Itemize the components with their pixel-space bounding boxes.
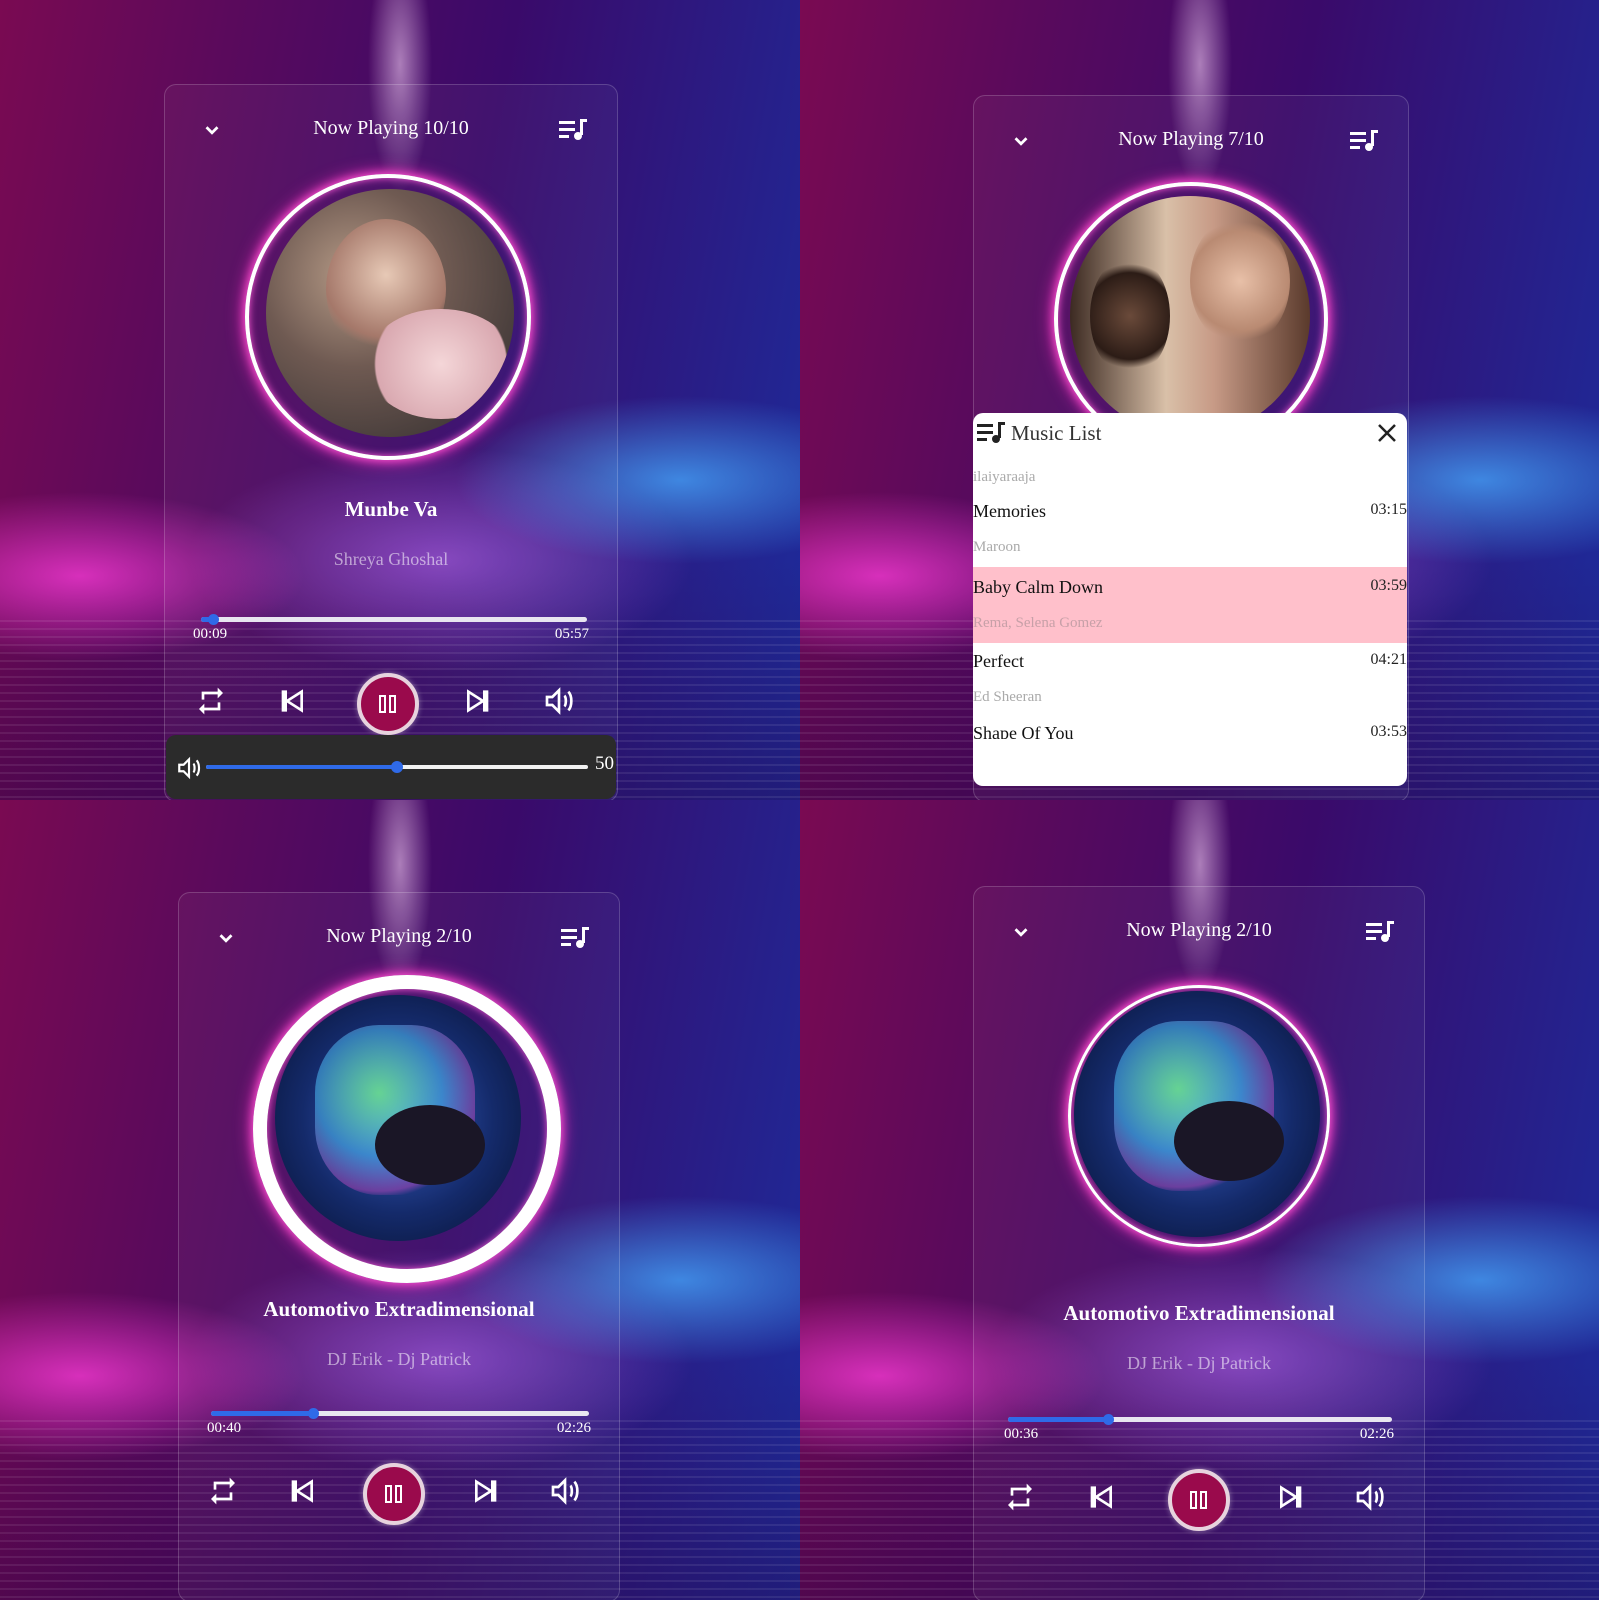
list-item-artist: Rema, Selena Gomez: [973, 615, 1103, 631]
queue-music-icon[interactable]: [1350, 130, 1378, 152]
list-item-partial[interactable]: Shape Of You 03:53: [973, 725, 1407, 739]
list-item-duration: 03:53: [1370, 725, 1407, 739]
player-card: Now Playing 10/10 Munbe Va Shreya Ghosha…: [164, 84, 618, 800]
player-header: Now Playing 7/10: [974, 124, 1408, 154]
list-item-artist: ilaiyaraaja: [973, 469, 1036, 485]
album-art: [1070, 196, 1310, 436]
playback-controls: [974, 1469, 1424, 1531]
skip-previous-icon[interactable]: [275, 685, 307, 717]
player-header: Now Playing 2/10: [974, 915, 1424, 945]
panel-4: Now Playing 2/10 Automotivo Extradimensi…: [800, 800, 1599, 1600]
song-title: Automotivo Extradimensional: [1063, 1301, 1335, 1325]
app-grid: Now Playing 10/10 Munbe Va Shreya Ghosha…: [0, 0, 1599, 1600]
repeat-icon[interactable]: [195, 685, 227, 717]
music-list-panel: Music List ilaiyaraaja Memories Maroon 0…: [973, 413, 1407, 786]
volume-icon[interactable]: [176, 755, 202, 781]
album-art: [275, 995, 521, 1241]
skip-next-icon[interactable]: [463, 685, 495, 717]
music-list-title: Music List: [1011, 421, 1102, 445]
list-item-active[interactable]: Baby Calm Down Rema, Selena Gomez 03:59: [973, 567, 1407, 643]
current-time: 00:36: [1004, 1426, 1039, 1442]
list-item-artist: Maroon: [973, 539, 1021, 555]
volume-icon[interactable]: [1354, 1481, 1386, 1513]
playback-controls: [179, 1463, 619, 1525]
current-time: 00:09: [193, 626, 228, 642]
playback-controls: [165, 673, 617, 735]
total-time: 02:26: [556, 1420, 591, 1436]
artist-name: Shreya Ghoshal: [333, 549, 449, 569]
skip-previous-icon[interactable]: [1084, 1481, 1116, 1513]
album-art: [266, 189, 514, 437]
list-item[interactable]: Perfect Ed Sheeran 04:21: [973, 641, 1407, 717]
list-item-name: Baby Calm Down: [973, 577, 1103, 597]
list-item-duration: 03:15: [1370, 501, 1407, 518]
queue-music-icon[interactable]: [561, 927, 589, 949]
pause-button[interactable]: [357, 673, 419, 735]
list-item-duration: 04:21: [1370, 651, 1407, 668]
queue-music-icon[interactable]: [559, 119, 587, 141]
queue-music-icon[interactable]: [1366, 921, 1394, 943]
skip-next-icon[interactable]: [1276, 1481, 1308, 1513]
song-title: Munbe Va: [344, 497, 438, 521]
list-item-name: Memories: [973, 501, 1046, 521]
progress-bar[interactable]: [1008, 1414, 1392, 1425]
list-item-name: Shape Of You: [973, 725, 1074, 739]
list-item[interactable]: Memories Maroon 03:15: [973, 491, 1407, 567]
volume-value: 50: [595, 753, 614, 774]
player-card: Now Playing 2/10 Automotivo Extradimensi…: [973, 886, 1425, 1600]
volume-panel: 50: [166, 735, 616, 799]
volume-icon[interactable]: [549, 1475, 581, 1507]
music-list-header: Music List: [973, 419, 1407, 449]
progress-bar[interactable]: [201, 614, 587, 625]
player-header: Now Playing 2/10: [179, 921, 619, 951]
artist-name: DJ Erik - Dj Patrick: [327, 1349, 471, 1369]
now-playing-title: Now Playing 7/10: [1118, 128, 1264, 150]
close-icon[interactable]: [1375, 421, 1399, 445]
pause-icon: [1190, 1491, 1207, 1509]
skip-previous-icon[interactable]: [285, 1475, 317, 1507]
player-card: Now Playing 2/10 Automotivo Extradimensi…: [178, 892, 620, 1600]
pause-icon: [385, 1485, 402, 1503]
progress-bar[interactable]: [211, 1408, 589, 1419]
pause-button[interactable]: [363, 1463, 425, 1525]
pause-icon: [379, 695, 396, 713]
list-item-duration: 03:59: [1370, 577, 1407, 594]
queue-music-icon: [977, 422, 1005, 443]
panel-3: Now Playing 2/10 Automotivo Extradimensi…: [0, 800, 800, 1600]
player-header: Now Playing 10/10: [165, 113, 617, 143]
panel-1: Now Playing 10/10 Munbe Va Shreya Ghosha…: [0, 0, 800, 800]
current-time: 00:40: [207, 1420, 242, 1436]
volume-icon[interactable]: [543, 685, 575, 717]
volume-slider[interactable]: [206, 761, 588, 773]
song-title: Automotivo Extradimensional: [263, 1297, 535, 1321]
album-art: [1074, 991, 1320, 1237]
artist-name: DJ Erik - Dj Patrick: [1127, 1353, 1271, 1373]
total-time: 02:26: [1359, 1426, 1394, 1442]
now-playing-title: Now Playing 10/10: [313, 117, 469, 139]
now-playing-title: Now Playing 2/10: [1126, 919, 1272, 941]
pause-button[interactable]: [1168, 1469, 1230, 1531]
now-playing-title: Now Playing 2/10: [326, 925, 472, 947]
list-item-artist: Ed Sheeran: [973, 689, 1042, 705]
repeat-icon[interactable]: [1004, 1481, 1036, 1513]
repeat-icon[interactable]: [207, 1475, 239, 1507]
skip-next-icon[interactable]: [471, 1475, 503, 1507]
total-time: 05:57: [554, 626, 589, 642]
list-item-name: Perfect: [973, 651, 1024, 671]
